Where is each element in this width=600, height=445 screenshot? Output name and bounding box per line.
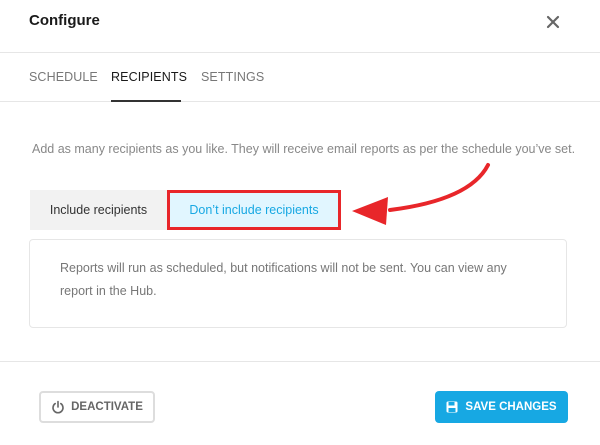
tab-schedule[interactable]: SCHEDULE <box>29 70 98 84</box>
notice-text: Reports will run as scheduled, but notif… <box>60 261 507 298</box>
notice-box: Reports will run as scheduled, but notif… <box>29 239 567 328</box>
annotation-arrow <box>352 163 490 225</box>
deactivate-button[interactable]: DEACTIVATE <box>39 391 155 423</box>
close-button[interactable] <box>542 11 564 33</box>
modal-header: Configure <box>0 0 600 53</box>
dont-include-recipients-option[interactable]: Don’t include recipients <box>167 190 341 230</box>
tab-settings[interactable]: SETTINGS <box>201 70 264 84</box>
configure-modal: Configure SCHEDULE RECIPIENTS SETTINGS A… <box>0 0 600 445</box>
save-changes-button[interactable]: SAVE CHANGES <box>435 391 568 423</box>
deactivate-label: DEACTIVATE <box>71 401 143 413</box>
include-recipients-option[interactable]: Include recipients <box>30 190 167 230</box>
tab-bar: SCHEDULE RECIPIENTS SETTINGS <box>0 53 600 102</box>
tab-recipients[interactable]: RECIPIENTS <box>111 70 187 84</box>
save-changes-label: SAVE CHANGES <box>465 401 557 413</box>
modal-title: Configure <box>29 12 100 29</box>
close-icon <box>546 15 560 29</box>
footer-divider <box>0 361 600 362</box>
active-tab-indicator <box>111 100 181 102</box>
recipients-description: Add as many recipients as you like. They… <box>32 142 576 156</box>
save-icon <box>446 401 458 413</box>
power-icon <box>52 400 64 414</box>
